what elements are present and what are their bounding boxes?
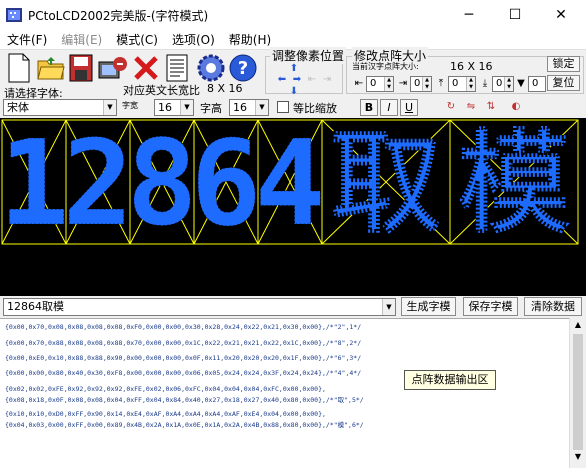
generate-button[interactable]: 生成字模 xyxy=(401,297,456,316)
width-decrease-icon: ⇤ xyxy=(354,78,364,89)
bottom-spin[interactable]: 0 xyxy=(528,76,546,92)
svg-text:?: ? xyxy=(238,58,248,79)
open-folder-icon[interactable] xyxy=(36,52,66,84)
width-label: 字宽 xyxy=(122,101,138,110)
matrix-cell-7: 模 xyxy=(449,119,579,249)
shift-left-icon[interactable]: ⇤ xyxy=(305,72,319,87)
output-line: {0x00,0x70,0x88,0x08,0x08,0x88,0x70,0x00… xyxy=(5,339,362,347)
input-panel: 12864取模 ▼ 生成字模 保存字模 清除数据 xyxy=(0,296,586,318)
app-icon xyxy=(6,8,22,22)
height-increase-icon: ⤓ xyxy=(482,78,488,89)
matrix-char-2: 2 xyxy=(62,118,133,252)
width-increase-icon: ⇥ xyxy=(398,78,408,89)
save-disk-icon[interactable] xyxy=(67,52,97,84)
font-select[interactable]: 宋体 ▼ xyxy=(3,99,117,116)
height-top-spin[interactable]: 0 ▲ ▼ xyxy=(448,76,476,92)
help-icon[interactable]: ? xyxy=(228,52,258,84)
scroll-thumb[interactable] xyxy=(573,334,583,450)
text-input[interactable]: 12864取模 ▼ xyxy=(3,298,396,316)
char-height-select[interactable]: 16 ▼ xyxy=(229,99,269,116)
output-line: {0x00,0x00,0x80,0x40,0x30,0xF8,0x00,0x00… xyxy=(5,369,362,377)
matrix-cell-5: 4 xyxy=(254,114,326,253)
output-line: {0x02,0x02,0xFE,0x92,0x92,0x92,0xFE,0x02… xyxy=(5,385,326,393)
matrix-char-4: 6 xyxy=(190,118,261,252)
new-file-icon[interactable] xyxy=(4,52,34,84)
output-line: {0x08,0x18,0x0F,0x08,0x08,0x04,0xFF,0x04… xyxy=(5,396,364,404)
width-right-spin[interactable]: 0 ▲ ▼ xyxy=(410,76,432,92)
output-line: {0x04,0x03,0x00,0xFF,0x00,0x89,0x4B,0x2A… xyxy=(5,421,364,429)
height-label: 字高 xyxy=(200,102,222,115)
italic-button[interactable]: I xyxy=(380,99,398,116)
delete-icon[interactable] xyxy=(131,52,161,84)
menu-edit[interactable]: 编辑(E) xyxy=(54,30,109,50)
lock-button[interactable]: 锁定 xyxy=(547,56,580,72)
dot-matrix-svg: 12864 取模 xyxy=(0,114,579,253)
menu-mode[interactable]: 模式(C) xyxy=(109,30,165,50)
move-down-icon[interactable]: ⬇ xyxy=(287,84,301,99)
document-icon[interactable] xyxy=(162,52,192,84)
output-line: {0x00,0x70,0x08,0x08,0x08,0x08,0xF0,0x00… xyxy=(5,323,362,331)
matrix-char-3: 8 xyxy=(126,118,197,252)
height-decrease-icon: ⤒ xyxy=(438,78,444,89)
char-width-select[interactable]: 16 ▼ xyxy=(154,99,194,116)
ratio-label: 对应英文长宽比 xyxy=(123,84,200,97)
matrix-char-6: 取 xyxy=(330,119,442,249)
matrix-char-7: 模 xyxy=(458,119,570,249)
ratio-value: 8 X 16 xyxy=(207,82,243,95)
tool-panel: ? 调整像素位置 ⬆ ⬅ ➡ ⇤ ⇥ ⬇ 修改点阵大小 当前汉字点阵大小: 16… xyxy=(0,47,586,118)
maximize-button[interactable]: ☐ xyxy=(492,0,538,30)
matrix-cell-4: 6 xyxy=(190,114,262,253)
equal-scale-label: 等比缩放 xyxy=(293,102,337,115)
flip-horizontal-icon[interactable]: ⇋ xyxy=(462,99,480,114)
clear-button[interactable]: 清除数据 xyxy=(524,297,582,316)
output-area[interactable]: {0x00,0x70,0x08,0x08,0x08,0x08,0xF0,0x00… xyxy=(0,318,586,468)
output-line: {0x10,0x10,0xD0,0xFF,0x90,0x14,0xE4,0xAF… xyxy=(5,410,326,418)
save-image-icon[interactable] xyxy=(98,52,128,84)
matrix-cell-6: 取 xyxy=(321,119,451,249)
scroll-down-icon[interactable]: ▼ xyxy=(572,452,584,464)
dot-matrix-display: 12864取模 xyxy=(0,114,586,296)
matrix-cell-1: 1 xyxy=(0,114,70,253)
current-size-label: 当前汉字点阵大小: xyxy=(352,62,419,71)
matrix-char-5: 4 xyxy=(254,118,325,252)
equal-scale-checkbox[interactable] xyxy=(277,101,289,113)
output-line: {0x00,0xE0,0x10,0x88,0x88,0x90,0x00,0x00… xyxy=(5,354,362,362)
matrix-char-1: 1 xyxy=(0,118,70,252)
matrix-cell-3: 8 xyxy=(126,114,198,253)
scroll-up-icon[interactable]: ▲ xyxy=(572,320,584,332)
bold-button[interactable]: B xyxy=(360,99,378,116)
matrix-cell-2: 2 xyxy=(62,114,134,253)
shift-right-icon[interactable]: ⇥ xyxy=(320,72,334,87)
save-font-button[interactable]: 保存字模 xyxy=(463,297,518,316)
settings-gear-icon[interactable] xyxy=(196,52,226,84)
underline-button[interactable]: U xyxy=(400,99,418,116)
output-scrollbar[interactable]: ▲ ▼ xyxy=(569,318,586,468)
down-arrow-icon: ▼ xyxy=(517,78,525,89)
window-title: PCtoLCD2002完美版-(字符模式) xyxy=(28,8,209,23)
current-size-value: 16 X 16 xyxy=(450,60,493,73)
invert-icon[interactable]: ◐ xyxy=(505,99,527,114)
close-button[interactable]: ✕ xyxy=(538,0,584,30)
output-area-tooltip: 点阵数据输出区 xyxy=(404,370,496,390)
minimize-button[interactable]: ─ xyxy=(446,0,492,30)
width-left-spin[interactable]: 0 ▲ ▼ xyxy=(366,76,394,92)
pixel-adjust-title: 调整像素位置 xyxy=(270,47,347,64)
height-bottom-spin[interactable]: 0 ▲ ▼ xyxy=(492,76,514,92)
rotate-icon[interactable]: ↻ xyxy=(442,99,460,114)
flip-vertical-icon[interactable]: ⇅ xyxy=(482,99,500,114)
title-bar: PCtoLCD2002完美版-(字符模式) ─ ☐ ✕ xyxy=(0,0,586,30)
menu-options[interactable]: 选项(O) xyxy=(165,30,222,50)
reset-button[interactable]: 复位 xyxy=(547,75,580,91)
menu-file[interactable]: 文件(F) xyxy=(0,30,54,50)
